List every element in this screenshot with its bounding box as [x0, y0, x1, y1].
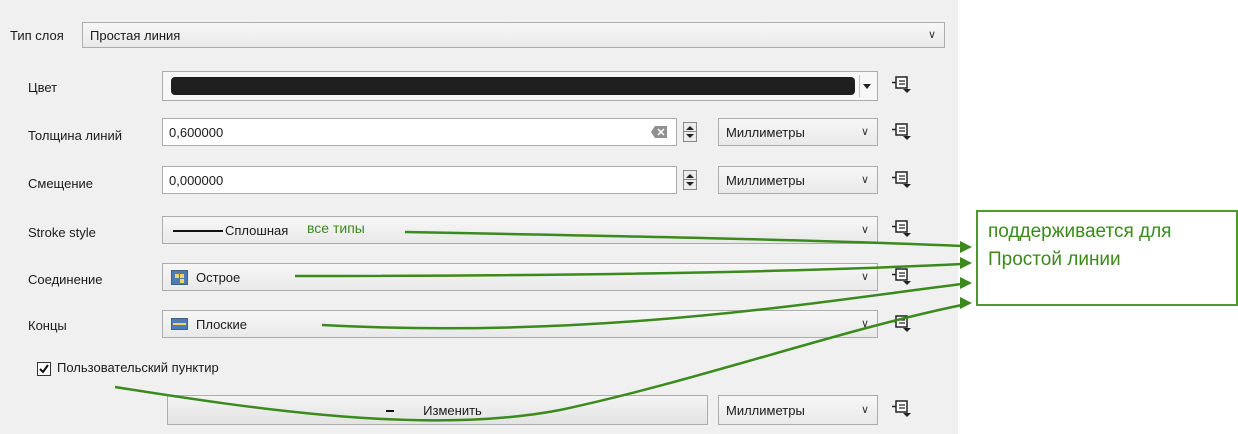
arrowhead-3 [960, 277, 972, 289]
arrow-custom-dash [114, 303, 963, 422]
arrowhead-4 [960, 297, 972, 309]
arrow-stroke-style [404, 230, 963, 248]
callout-line-2: Простой линии [988, 249, 1121, 270]
arrow-join-style [294, 262, 963, 278]
callout-line-1: поддерживается для [988, 221, 1172, 242]
annotation-callout: поддерживается для Простой линии [976, 210, 1238, 306]
arrow-cap-style [321, 282, 963, 330]
arrowhead-2 [960, 257, 972, 269]
arrowhead-1 [960, 241, 972, 253]
